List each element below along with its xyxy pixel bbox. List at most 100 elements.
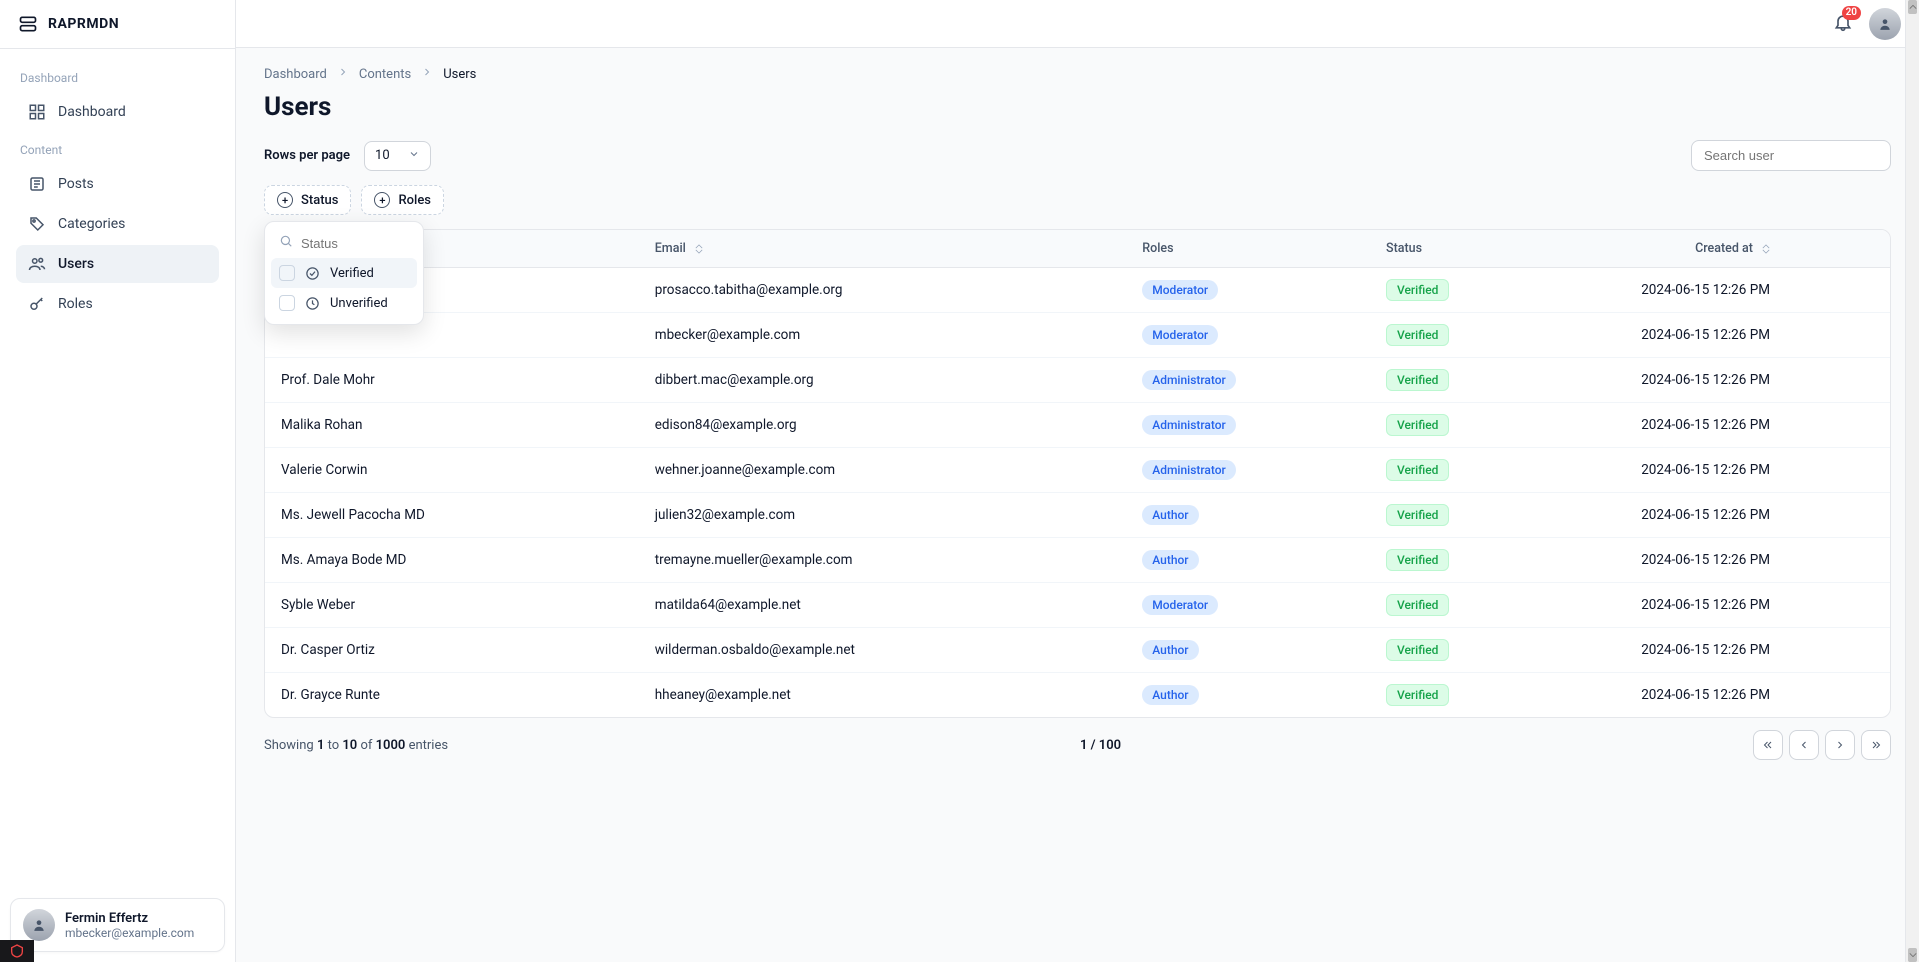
status-badge: Verified xyxy=(1386,459,1449,481)
chevron-right-icon xyxy=(337,66,349,82)
pager-prev[interactable] xyxy=(1789,730,1819,760)
table-footer: Showing 1 to 10 of 1000 entries 1 / 100 xyxy=(264,730,1891,760)
cell-role: Author xyxy=(1126,493,1370,538)
filter-roles-chip[interactable]: + Roles xyxy=(361,185,444,215)
table-row[interactable]: prosacco.tabitha@example.org Moderator Ver… xyxy=(265,268,1890,313)
status-badge: Verified xyxy=(1386,549,1449,571)
notifications-button[interactable]: 20 xyxy=(1833,12,1853,36)
page-title: Users xyxy=(264,92,1891,122)
key-icon xyxy=(28,295,46,313)
cell-role: Author xyxy=(1126,673,1370,718)
role-badge: Moderator xyxy=(1142,280,1218,300)
role-badge: Administrator xyxy=(1142,460,1236,480)
cell-created-at: 2024-06-15 12:26 PM xyxy=(1533,673,1891,718)
cell-role: Administrator xyxy=(1126,358,1370,403)
checkbox-icon xyxy=(279,295,295,311)
cell-status: Verified xyxy=(1370,268,1533,313)
table-row[interactable]: Ms. Amaya Bode MDtremayne.mueller@exampl… xyxy=(265,538,1890,583)
cell-created-at: 2024-06-15 12:26 PM xyxy=(1533,628,1891,673)
cell-email: wehner.joanne@example.com xyxy=(639,448,1127,493)
sidebar-item-posts[interactable]: Posts xyxy=(16,165,219,203)
sidebar-item-dashboard[interactable]: Dashboard xyxy=(16,93,219,131)
sidebar-item-label: Roles xyxy=(58,296,93,312)
grid-icon xyxy=(28,103,46,121)
pager-next[interactable] xyxy=(1825,730,1855,760)
avatar xyxy=(23,909,55,941)
status-badge: Verified xyxy=(1386,324,1449,346)
sort-icon xyxy=(1762,244,1770,254)
search-input[interactable] xyxy=(1691,140,1891,171)
cell-created-at: 2024-06-15 12:26 PM xyxy=(1533,403,1891,448)
filter-status-chip[interactable]: + Status xyxy=(264,185,351,215)
plus-circle-icon: + xyxy=(277,192,293,208)
breadcrumb-current: Users xyxy=(443,67,476,82)
brand-icon xyxy=(18,14,38,34)
cell-created-at: 2024-06-15 12:26 PM xyxy=(1533,313,1891,358)
sidebar-item-label: Posts xyxy=(58,176,94,192)
pager-last[interactable] xyxy=(1861,730,1891,760)
table-row[interactable]: Prof. Dale Mohrdibbert.mac@example.orgAd… xyxy=(265,358,1890,403)
cell-name: Dr. Casper Ortiz xyxy=(265,628,639,673)
chevron-down-icon xyxy=(408,148,420,164)
cell-role: Moderator xyxy=(1126,313,1370,358)
status-filter-search[interactable] xyxy=(301,236,409,251)
cell-email: edison84@example.org xyxy=(639,403,1127,448)
cell-email: prosacco.tabitha@example.org xyxy=(639,268,1127,313)
status-option-verified[interactable]: Verified xyxy=(271,258,417,288)
role-badge: Administrator xyxy=(1142,370,1236,390)
sidebar-item-label: Users xyxy=(58,256,94,272)
cell-created-at: 2024-06-15 12:26 PM xyxy=(1533,583,1891,628)
status-filter-popover: Verified Unverified xyxy=(264,221,424,325)
breadcrumb-dashboard[interactable]: Dashboard xyxy=(264,67,327,82)
check-circle-icon xyxy=(305,266,320,281)
page-indicator: 1 / 100 xyxy=(1080,738,1121,753)
table-row[interactable]: Valerie Corwinwehner.joanne@example.comA… xyxy=(265,448,1890,493)
pager-first[interactable] xyxy=(1753,730,1783,760)
cell-email: tremayne.mueller@example.com xyxy=(639,538,1127,583)
status-badge: Verified xyxy=(1386,639,1449,661)
checkbox-icon xyxy=(279,265,295,281)
cell-created-at: 2024-06-15 12:26 PM xyxy=(1533,493,1891,538)
role-badge: Administrator xyxy=(1142,415,1236,435)
rows-per-page-select[interactable]: 10 xyxy=(364,141,431,171)
notifications-badge: 20 xyxy=(1842,6,1861,20)
dev-badge[interactable] xyxy=(0,940,34,962)
toolbar: Rows per page 10 xyxy=(264,140,1891,171)
status-option-label: Verified xyxy=(330,266,374,281)
profile-avatar[interactable] xyxy=(1869,8,1901,40)
sidebar-item-users[interactable]: Users xyxy=(16,245,219,283)
role-badge: Author xyxy=(1142,550,1198,570)
sidebar-item-label: Dashboard xyxy=(58,104,126,120)
table-row[interactable]: Syble Webermatilda64@example.netModerato… xyxy=(265,583,1890,628)
status-badge: Verified xyxy=(1386,414,1449,436)
brand-logo[interactable]: RAPRMDN xyxy=(0,0,235,49)
nav-heading-dashboard: Dashboard xyxy=(10,61,225,91)
table-row[interactable]: Dr. Grayce Runtehheaney@example.netAutho… xyxy=(265,673,1890,718)
user-name: Fermin Effertz xyxy=(65,911,194,926)
col-email[interactable]: Email xyxy=(639,230,1127,268)
col-created-at[interactable]: Created at xyxy=(1533,230,1891,268)
nav-heading-content: Content xyxy=(10,133,225,163)
filter-row: + Status Verified xyxy=(264,185,1891,215)
status-option-unverified[interactable]: Unverified xyxy=(271,288,417,318)
rows-per-page-value: 10 xyxy=(375,148,390,163)
breadcrumb-contents[interactable]: Contents xyxy=(359,67,411,82)
table-row[interactable]: Dr. Casper Ortizwilderman.osbaldo@exampl… xyxy=(265,628,1890,673)
scroll-up-icon[interactable] xyxy=(1908,0,1917,14)
scroll-down-icon[interactable] xyxy=(1908,948,1917,962)
showing-text: Showing 1 to 10 of 1000 entries xyxy=(264,738,448,753)
table-row[interactable]: Ms. Jewell Pacocha MDjulien32@example.co… xyxy=(265,493,1890,538)
status-badge: Verified xyxy=(1386,594,1449,616)
cell-email: julien32@example.com xyxy=(639,493,1127,538)
user-card[interactable]: Fermin Effertz mbecker@example.com xyxy=(10,898,225,952)
cell-status: Verified xyxy=(1370,628,1533,673)
topbar: 20 xyxy=(236,0,1919,48)
cell-status: Verified xyxy=(1370,673,1533,718)
scrollbar[interactable] xyxy=(1905,0,1919,962)
cell-name: Ms. Amaya Bode MD xyxy=(265,538,639,583)
cell-email: hheaney@example.net xyxy=(639,673,1127,718)
table-row[interactable]: Malika Rohanedison84@example.orgAdminist… xyxy=(265,403,1890,448)
sidebar-item-roles[interactable]: Roles xyxy=(16,285,219,323)
table-row[interactable]: mbecker@example.comModeratorVerified2024… xyxy=(265,313,1890,358)
sidebar-item-categories[interactable]: Categories xyxy=(16,205,219,243)
